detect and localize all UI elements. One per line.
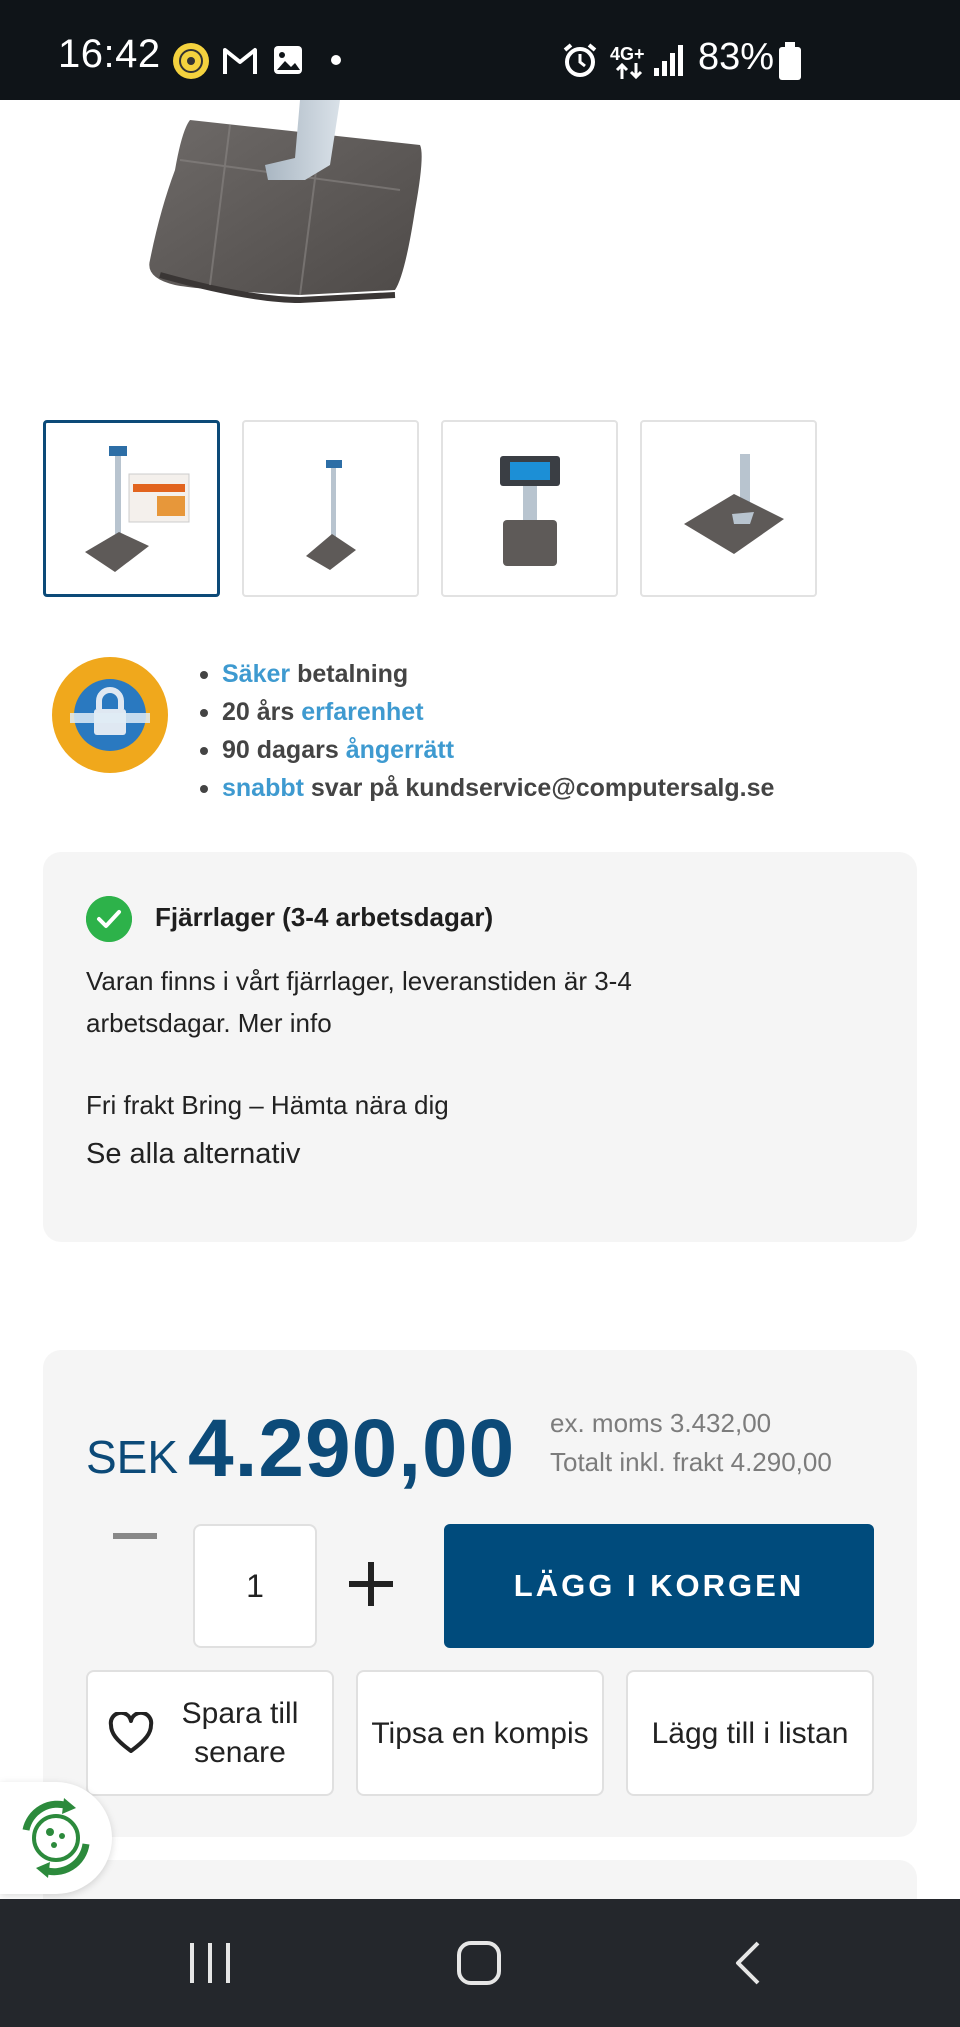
trust-text-support: svar på kundservice@computersalg.se	[303, 774, 775, 802]
recycle-icon	[22, 1798, 90, 1878]
back-icon[interactable]	[730, 1939, 766, 1987]
app-notification-icon	[173, 43, 209, 79]
thumbnail-3[interactable]	[441, 420, 618, 597]
system-nav-bar	[0, 1899, 960, 2027]
stock-info-card: Fjärrlager (3-4 arbetsdagar) Varan finns…	[43, 852, 917, 1242]
trust-link-return[interactable]: ångerrätt	[346, 736, 454, 764]
see-all-alternatives-link[interactable]: Se alla alternativ	[86, 1138, 300, 1171]
add-to-cart-button[interactable]: LÄGG I KORGEN	[444, 1524, 874, 1648]
status-bar: 16:42 4G+ 83%	[0, 0, 960, 100]
trygg-e-handel-seal-icon	[52, 657, 168, 773]
tip-friend-button[interactable]: Tipsa en kompis	[356, 1670, 604, 1796]
trust-text-payment: betalning	[290, 660, 409, 688]
product-image[interactable]	[0, 100, 960, 400]
save-for-later-label: Spara till senare	[181, 1697, 299, 1769]
price-amount: 4.290,00	[188, 1403, 516, 1494]
trust-item-experience: 20 års erfarenhet	[198, 693, 774, 731]
trust-item-payment: Säker betalning	[198, 655, 774, 693]
add-to-list-button[interactable]: Lägg till i listan	[626, 1670, 874, 1796]
quantity-increase-button[interactable]	[349, 1562, 393, 1606]
save-for-later-button[interactable]: Spara till senare	[86, 1670, 334, 1796]
trust-item-support: snabbt svar på kundservice@computersalg.…	[198, 769, 774, 807]
stock-status-title: Fjärrlager (3-4 arbetsdagar)	[155, 902, 494, 932]
trust-link-support[interactable]: snabbt	[222, 774, 304, 802]
trust-list: Säker betalning 20 års erfarenhet 90 dag…	[198, 655, 774, 807]
price-card: SEK 4.290,00 ex. moms 3.432,00 Totalt in…	[43, 1350, 917, 1837]
quantity-decrease-button[interactable]	[113, 1533, 157, 1539]
price-total: Totalt inkl. frakt 4.290,00	[550, 1447, 832, 1477]
trust-link-experience[interactable]: erfarenhet	[301, 698, 423, 726]
alarm-icon	[563, 43, 597, 77]
thumbnail-gallery	[43, 420, 817, 597]
stock-description[interactable]: Varan finns i vårt fjärrlager, leveranst…	[86, 960, 726, 1044]
price-ex-vat: ex. moms 3.432,00	[550, 1408, 772, 1438]
gmail-icon	[223, 48, 257, 74]
trust-item-return: 90 dagars ångerrätt	[198, 731, 774, 769]
next-card	[43, 1860, 917, 1900]
add-to-list-label: Lägg till i listan	[651, 1716, 849, 1750]
recent-apps-icon[interactable]	[188, 1939, 232, 1987]
home-icon[interactable]	[455, 1939, 503, 1987]
check-icon	[86, 896, 132, 942]
currency-label: SEK	[86, 1431, 179, 1483]
scale-image	[149, 100, 422, 304]
trust-text-return: 90 dagars	[222, 736, 346, 764]
status-time: 16:42	[58, 32, 161, 76]
gallery-icon	[274, 46, 302, 74]
price-details: ex. moms 3.432,00 Totalt inkl. frakt 4.2…	[550, 1404, 832, 1482]
data-arrows-icon	[615, 62, 643, 80]
quantity-input[interactable]	[193, 1524, 317, 1648]
signal-icon	[654, 45, 683, 76]
trust-link-payment[interactable]: Säker	[222, 660, 290, 688]
thumbnail-4[interactable]	[640, 420, 817, 597]
shipping-option: Fri frakt Bring – Hämta nära dig	[86, 1090, 449, 1120]
heart-icon	[108, 1712, 154, 1753]
battery-percent: 83%	[698, 36, 775, 78]
thumbnail-2[interactable]	[242, 420, 419, 597]
battery-icon	[779, 42, 801, 80]
recycle-badge[interactable]	[0, 1782, 112, 1894]
trust-block: Säker betalning 20 års erfarenhet 90 dag…	[50, 655, 930, 802]
trust-text-experience: 20 års	[222, 698, 302, 726]
tip-friend-label: Tipsa en kompis	[371, 1716, 589, 1750]
thumbnail-1[interactable]	[43, 420, 220, 597]
dot-icon	[331, 55, 341, 65]
